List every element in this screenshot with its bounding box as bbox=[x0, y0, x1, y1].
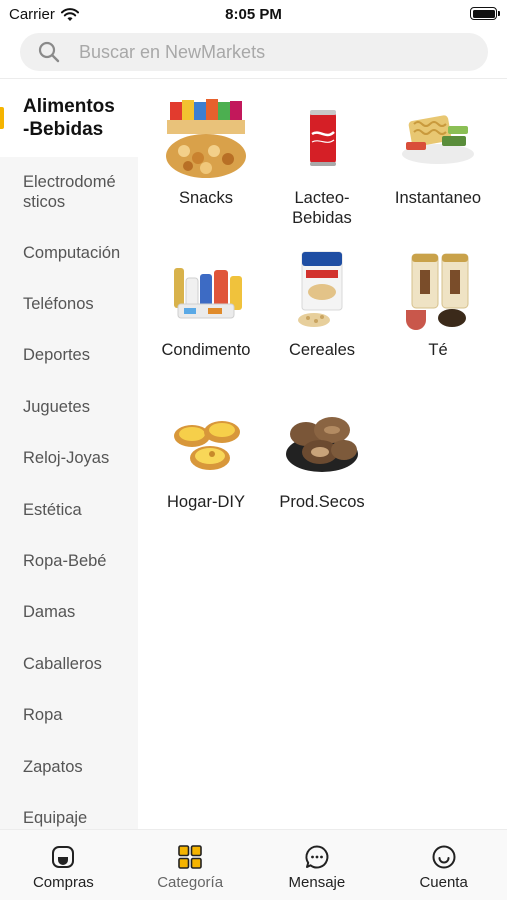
subcategory-label: Té bbox=[428, 341, 448, 359]
subcategory-cereales[interactable]: Cereales bbox=[264, 248, 380, 400]
clock: 8:05 PM bbox=[225, 6, 282, 23]
egg-tarts-image bbox=[174, 421, 240, 470]
cola-can-image bbox=[310, 110, 336, 166]
sidebar-item-electrodomesticos[interactable]: Electrodomé sticos bbox=[0, 157, 138, 227]
sidebar-item-telefonos[interactable]: Teléfonos bbox=[0, 278, 138, 329]
tab-label: Compras bbox=[32, 874, 94, 891]
sidebar-item-estetica[interactable]: Estética bbox=[0, 484, 138, 535]
subcategory-label: Cereales bbox=[288, 341, 356, 359]
sidebar-item-label: Equipaje bbox=[23, 808, 88, 827]
sidebar-item-label: Juguetes bbox=[23, 397, 90, 416]
chat-bubble-icon bbox=[305, 845, 329, 869]
dried-mushrooms-image bbox=[286, 417, 358, 472]
sidebar-item-label: Zapatos bbox=[23, 757, 83, 776]
sidebar-item-label: Computación bbox=[23, 243, 121, 262]
sidebar-item-deportes[interactable]: Deportes bbox=[0, 330, 138, 381]
subcategory-grid: Snacks Lacteo- Bebidas Instantaneo Condi… bbox=[148, 96, 498, 552]
subcategory-instantaneo[interactable]: Instantaneo bbox=[380, 96, 496, 248]
bottom-tab-bar: Compras Categoría Mensaje Cuenta bbox=[0, 829, 507, 900]
instant-noodles-image bbox=[402, 115, 474, 164]
sidebar-item-label: Teléfonos bbox=[23, 295, 94, 314]
shopping-bag-icon bbox=[52, 846, 75, 868]
condiments-image bbox=[174, 268, 242, 319]
tab-label: Mensaje bbox=[288, 874, 346, 891]
battery-icon bbox=[470, 7, 500, 20]
sidebar-item-computacion[interactable]: Computación bbox=[0, 227, 138, 278]
search-bar[interactable]: Buscar en NewMarkets bbox=[20, 33, 488, 71]
tea-cans-image bbox=[406, 253, 469, 330]
sidebar-item-label: Deportes bbox=[23, 346, 90, 365]
sidebar-item-label: Ropa bbox=[23, 706, 63, 725]
sidebar-item-ropa-bebe[interactable]: Ropa-Bebé bbox=[0, 535, 138, 586]
subcategory-label: Snacks bbox=[178, 189, 234, 207]
sidebar-item-reloj-joyas[interactable]: Reloj-Joyas bbox=[0, 433, 138, 484]
status-bar: Carrier 8:05 PM bbox=[0, 0, 507, 28]
subcategory-label: Condimento bbox=[161, 341, 251, 359]
subcategory-te[interactable]: Té bbox=[380, 248, 496, 400]
sidebar-item-label: Alimentos -Bebidas bbox=[23, 96, 115, 140]
category-screen: Carrier 8:05 PM Buscar en NewMarkets Ali… bbox=[0, 0, 507, 900]
search-input[interactable]: Buscar en NewMarkets bbox=[79, 42, 265, 63]
tab-cuenta[interactable]: Cuenta bbox=[380, 830, 507, 900]
tab-mensaje[interactable]: Mensaje bbox=[254, 830, 381, 900]
cereal-bag-image bbox=[298, 251, 343, 327]
sidebar-item-caballeros[interactable]: Caballeros bbox=[0, 638, 138, 689]
subcategory-label: Prod.Secos bbox=[279, 493, 365, 511]
tab-compras[interactable]: Compras bbox=[0, 830, 127, 900]
sidebar-item-label: Ropa-Bebé bbox=[23, 552, 107, 571]
subcategory-prod-secos[interactable]: Prod.Secos bbox=[264, 400, 380, 552]
active-indicator bbox=[0, 107, 4, 129]
subcategory-snacks[interactable]: Snacks bbox=[148, 96, 264, 248]
category-sidebar: Alimentos -Bebidas Electrodomé sticos Co… bbox=[0, 79, 138, 829]
tab-categoria[interactable]: Categoría bbox=[127, 830, 254, 900]
snacks-image bbox=[166, 99, 246, 178]
sidebar-item-juguetes[interactable]: Juguetes bbox=[0, 381, 138, 432]
smiley-icon bbox=[432, 845, 456, 869]
subcategory-hogar-diy[interactable]: Hogar-DIY bbox=[148, 400, 264, 552]
sidebar-item-label: Damas bbox=[23, 603, 76, 622]
grid-icon bbox=[178, 845, 202, 869]
search-icon bbox=[38, 41, 60, 63]
sidebar-item-zapatos[interactable]: Zapatos bbox=[0, 741, 138, 792]
sidebar-item-label: Reloj-Joyas bbox=[23, 449, 110, 468]
sidebar-item-ropa[interactable]: Ropa bbox=[0, 690, 138, 741]
sidebar-item-label: Caballeros bbox=[23, 654, 102, 673]
sidebar-item-label: Estética bbox=[23, 500, 82, 519]
subcategory-condimento[interactable]: Condimento bbox=[148, 248, 264, 400]
subcategory-lacteo-bebidas[interactable]: Lacteo- Bebidas bbox=[264, 96, 380, 248]
sidebar-item-alimentos-bebidas[interactable]: Alimentos -Bebidas bbox=[0, 79, 138, 157]
subcategory-label: Instantaneo bbox=[394, 189, 482, 207]
subcategory-label: Hogar-DIY bbox=[167, 493, 245, 511]
tab-label: Categoría bbox=[157, 874, 224, 891]
sidebar-item-damas[interactable]: Damas bbox=[0, 587, 138, 638]
sidebar-item-equipaje[interactable]: Equipaje bbox=[0, 792, 138, 829]
tab-label: Cuenta bbox=[419, 874, 468, 891]
subcategory-label: Lacteo- Bebidas bbox=[292, 189, 352, 227]
sidebar-item-label: Electrodomé sticos bbox=[23, 173, 116, 211]
